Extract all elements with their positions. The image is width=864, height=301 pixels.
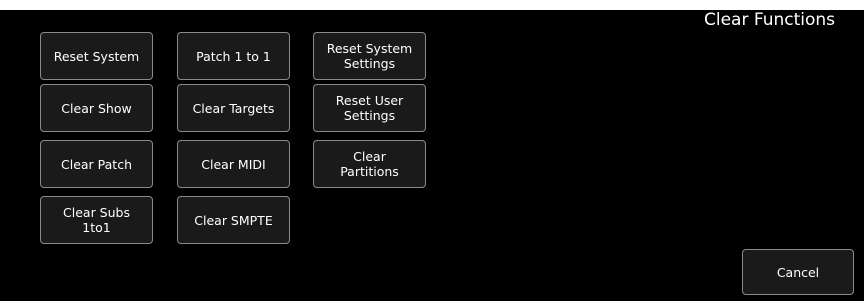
clear-show-button[interactable]: Clear Show [40,84,153,132]
clear-partitions-button[interactable]: Clear Partitions [313,140,426,188]
cancel-button[interactable]: Cancel [742,249,854,295]
clear-subs-1to1-button[interactable]: Clear Subs 1to1 [40,196,153,244]
reset-system-settings-button[interactable]: Reset System Settings [313,32,426,80]
clear-midi-button[interactable]: Clear MIDI [177,140,290,188]
reset-user-settings-button[interactable]: Reset User Settings [313,84,426,132]
clear-smpte-button[interactable]: Clear SMPTE [177,196,290,244]
reset-system-button[interactable]: Reset System [40,32,153,80]
clear-targets-button[interactable]: Clear Targets [177,84,290,132]
clear-patch-button[interactable]: Clear Patch [40,140,153,188]
window-top-strip [0,0,864,10]
panel-title: Clear Functions [704,10,836,30]
patch-1-to-1-button[interactable]: Patch 1 to 1 [177,32,290,80]
